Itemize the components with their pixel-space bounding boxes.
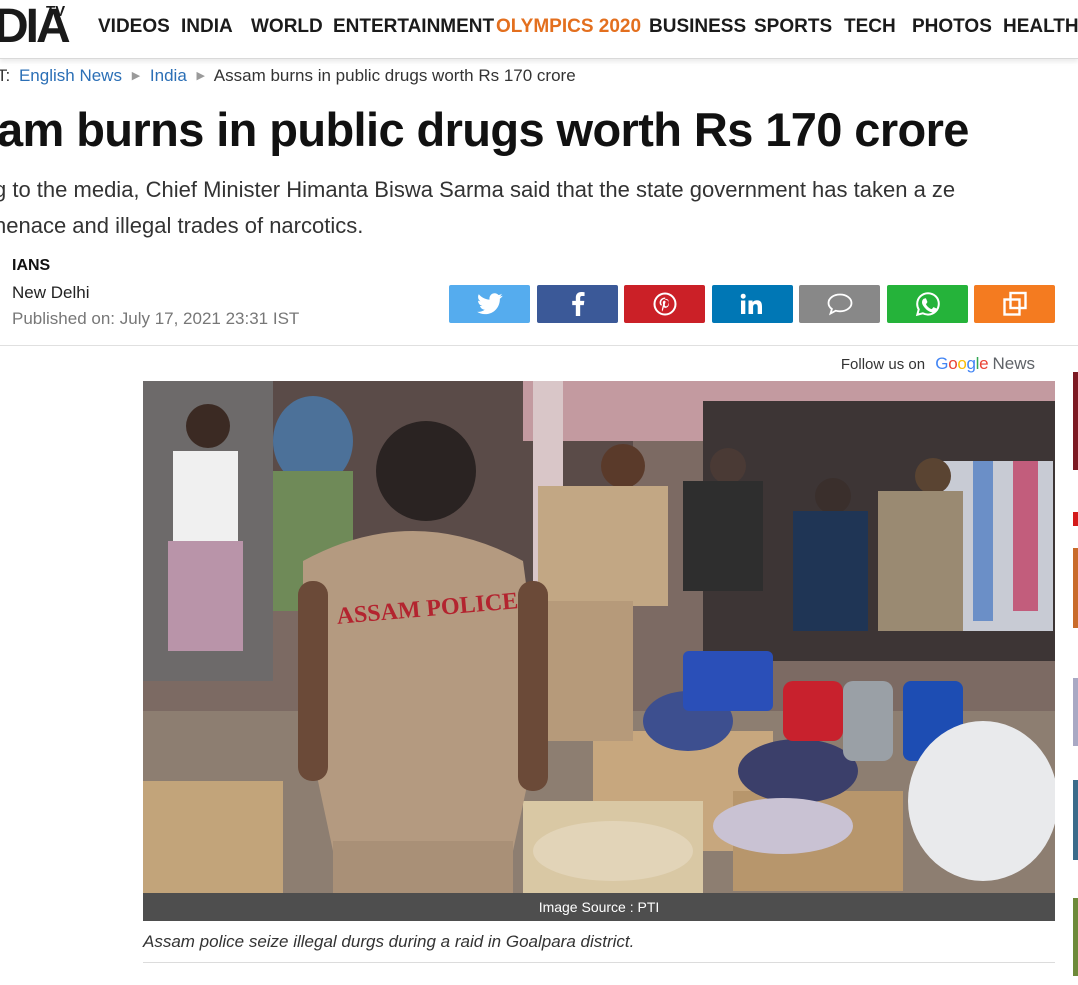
share-pinterest-button[interactable] <box>624 285 705 323</box>
breadcrumb: T: English News ▶ India ▶ Assam burns in… <box>0 66 576 86</box>
comment-icon <box>827 293 852 316</box>
breadcrumb-separator-icon: ▶ <box>196 70 205 82</box>
article-headline: am burns in public drugs worth Rs 170 cr… <box>0 103 969 156</box>
follow-prefix: Follow us on <box>840 356 926 373</box>
article-author: IANS <box>12 257 51 274</box>
breadcrumb-current: Assam burns in public drugs worth Rs 170… <box>213 66 576 85</box>
breadcrumb-prefix: T: <box>0 66 11 85</box>
copy-icon <box>1002 291 1027 316</box>
sidebar-thumbnail-edge[interactable] <box>1073 780 1078 860</box>
sidebar-thumbnail-edge[interactable] <box>1073 372 1078 470</box>
google-logo-text: Google <box>935 354 989 373</box>
nav-entertainment[interactable]: ENTERTAINMENT <box>333 16 494 38</box>
image-caption: Assam police seize illegal durgs during … <box>143 932 635 951</box>
article-location: New Delhi <box>12 283 90 302</box>
follow-google-news[interactable]: Follow us on Google News <box>841 354 1035 374</box>
nav-business[interactable]: BUSINESS <box>649 16 746 38</box>
share-whatsapp-button[interactable] <box>887 285 968 323</box>
nav-olympics-2020[interactable]: OLYMPICS 2020 <box>496 16 641 38</box>
share-comment-button[interactable] <box>799 285 880 323</box>
sidebar-thumbnail-edge[interactable] <box>1073 548 1078 628</box>
top-navigation: DIA TV VIDEOS INDIA WORLD ENTERTAINMENT … <box>0 0 1078 59</box>
nav-india[interactable]: INDIA <box>181 16 233 38</box>
nav-world[interactable]: WORLD <box>251 16 323 38</box>
site-logo[interactable]: DIA TV <box>0 3 71 51</box>
caption-divider <box>143 962 1055 963</box>
sidebar-thumbnail-edge[interactable] <box>1073 898 1078 976</box>
nav-videos[interactable]: VIDEOS <box>98 16 170 38</box>
twitter-icon <box>476 293 503 315</box>
share-facebook-button[interactable] <box>537 285 618 323</box>
google-news-label: News <box>992 354 1035 373</box>
article-image: ASSAM POLICE <box>143 381 1055 893</box>
article-photo-scene: ASSAM POLICE <box>143 381 1055 893</box>
share-twitter-button[interactable] <box>449 285 530 323</box>
logo-superscript: TV <box>46 3 66 20</box>
breadcrumb-english-news[interactable]: English News <box>19 66 122 85</box>
nav-photos[interactable]: PHOTOS <box>912 16 992 38</box>
nav-tech[interactable]: TECH <box>844 16 896 38</box>
pinterest-icon <box>653 292 676 316</box>
sidebar-thumbnail-edge[interactable] <box>1073 512 1078 526</box>
image-source-bar: Image Source : PTI <box>143 893 1055 921</box>
breadcrumb-india[interactable]: India <box>150 66 187 85</box>
nav-sports[interactable]: SPORTS <box>754 16 832 38</box>
summary-line-2: nenace and illegal trades of narcotics. <box>0 213 364 238</box>
section-divider <box>0 345 1078 346</box>
facebook-icon <box>571 292 585 316</box>
share-copy-button[interactable] <box>974 285 1055 323</box>
article-published-date: Published on: July 17, 2021 23:31 IST <box>12 309 300 328</box>
breadcrumb-separator-icon: ▶ <box>131 70 141 82</box>
article-summary: g to the media, Chief Minister Himanta B… <box>0 172 1078 244</box>
nav-health[interactable]: HEALTH <box>1003 16 1078 38</box>
linkedin-icon <box>740 293 762 314</box>
sidebar-thumbnail-edge[interactable] <box>1073 678 1078 746</box>
whatsapp-icon <box>915 292 940 317</box>
share-linkedin-button[interactable] <box>712 285 793 323</box>
summary-line-1: g to the media, Chief Minister Himanta B… <box>0 177 956 202</box>
